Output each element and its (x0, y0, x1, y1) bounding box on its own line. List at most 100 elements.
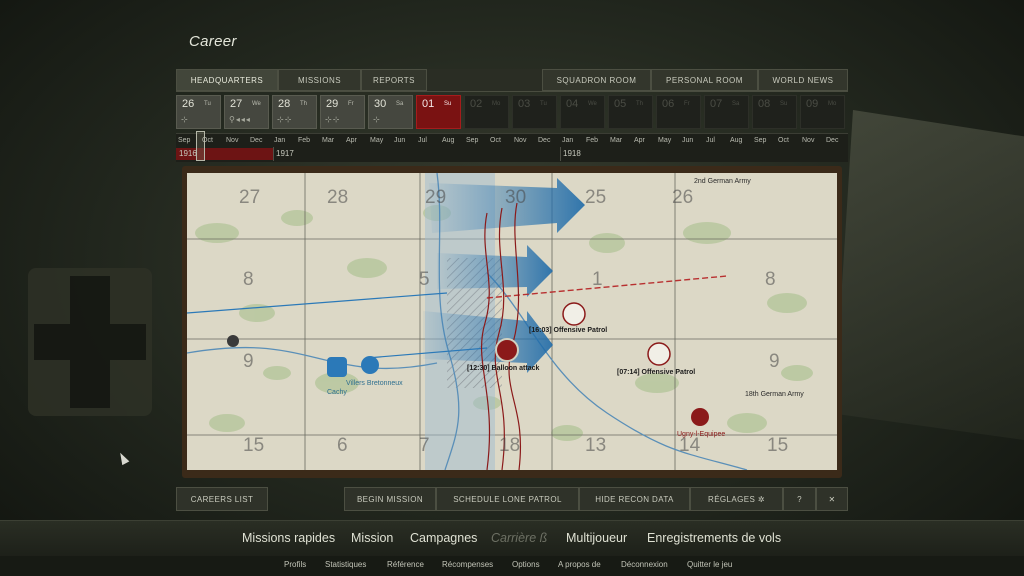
submenu-profiles[interactable]: Profils (284, 560, 306, 569)
month-label: Dec (826, 137, 839, 144)
month-label: Oct (490, 137, 501, 144)
month-label: Sep (754, 137, 767, 144)
grid-number: 1 (592, 269, 603, 290)
grid-number: 13 (585, 435, 607, 456)
schedule-lone-patrol-button[interactable]: SCHEDULE LONE PATROL (436, 487, 579, 511)
month-label: May (370, 137, 384, 144)
month-label: Feb (586, 137, 599, 144)
day-cell[interactable]: 06 Fr (656, 95, 701, 129)
allied-airfield-icon (361, 356, 379, 374)
day-cell[interactable]: 27 We ⚲◂◂◂ (224, 95, 269, 129)
day-cell[interactable]: 05 Th (608, 95, 653, 129)
menu-campaigns[interactable]: Campagnes (410, 531, 477, 545)
weather-icon: ⊹ (181, 115, 189, 124)
day-cell-selected[interactable]: 01 Su (416, 95, 461, 129)
submenu-options[interactable]: Options (512, 560, 540, 569)
month-label: Nov (514, 137, 527, 144)
grid-number: 28 (327, 187, 349, 208)
submenu-quit[interactable]: Quitter le jeu (687, 560, 732, 569)
day-cell[interactable]: 26 Tu ⊹ (176, 95, 221, 129)
grid-number: 15 (243, 435, 265, 456)
offensive-patrol-marker-icon (562, 302, 586, 326)
army-label: 2nd German Army (694, 178, 751, 185)
menu-mission[interactable]: Mission (351, 531, 393, 545)
grid-number: 30 (505, 187, 527, 208)
tab-world-news[interactable]: WORLD NEWS (758, 69, 848, 91)
mission-label[interactable]: [16:03] Offensive Patrol (529, 327, 607, 334)
year-label: 1916 (179, 149, 197, 158)
day-cell[interactable]: 07 Sa (704, 95, 749, 129)
month-label: Nov (802, 137, 815, 144)
menu-flight-records[interactable]: Enregistrements de vols (647, 531, 781, 545)
grid-number: 8 (243, 269, 254, 290)
day-selector: 26 Tu ⊹ 27 We ⚲◂◂◂ 28 Th ⊹⊹ 29 Fr ⊹⊹ 30 Sa ⊹ 01 Su … (176, 95, 848, 131)
month-label: Jan (562, 137, 574, 144)
month-label: Mar (322, 137, 335, 144)
grid-number: 5 (419, 269, 430, 290)
tab-missions[interactable]: MISSIONS (278, 69, 361, 91)
weather-icon: ⊹⊹ (325, 115, 341, 124)
month-label: Aug (442, 137, 455, 144)
tab-personal-room[interactable]: PERSONAL ROOM (651, 69, 758, 91)
month-label: Nov (226, 137, 239, 144)
grid-number: 9 (769, 351, 780, 372)
year-label: 1918 (563, 149, 581, 158)
submenu-logout[interactable]: Déconnexion (621, 560, 668, 569)
tab-reports[interactable]: REPORTS (361, 69, 427, 91)
offensive-patrol-marker-icon (647, 342, 671, 366)
iron-cross-decoration (28, 268, 152, 416)
grid-number: 29 (425, 187, 447, 208)
grid-number: 7 (419, 435, 430, 456)
close-button[interactable]: ✕ (816, 487, 848, 511)
grid-number: 14 (679, 435, 701, 456)
month-label: Feb (298, 137, 311, 144)
help-button[interactable]: ? (783, 487, 816, 511)
day-cell[interactable]: 30 Sa ⊹ (368, 95, 413, 129)
day-cell[interactable]: 29 Fr ⊹⊹ (320, 95, 365, 129)
tab-bar: HEADQUARTERS MISSIONS REPORTS SQUADRON R… (176, 69, 848, 92)
day-cell[interactable]: 03 Tu (512, 95, 557, 129)
balloon-target-icon (495, 338, 519, 362)
grid-number: 25 (585, 187, 607, 208)
sub-menu: Profils Statistiques Référence Récompens… (0, 556, 1024, 576)
month-label: Apr (634, 137, 645, 144)
tab-squadron-room[interactable]: SQUADRON ROOM (542, 69, 651, 91)
begin-mission-button[interactable]: BEGIN MISSION (344, 487, 436, 511)
day-cell[interactable]: 09 Mo (800, 95, 845, 129)
careers-list-button[interactable]: CAREERS LIST (176, 487, 268, 511)
campaign-map[interactable]: 27 28 29 30 25 26 8 5 1 8 9 9 15 6 7 18 13 14 15 2nd Germa… (187, 173, 837, 470)
campaign-timeline[interactable]: Sep Oct Nov Dec Jan Feb Mar Apr May Jun Jul Aug Sep O… (176, 131, 848, 162)
grid-number: 8 (765, 269, 776, 290)
submenu-statistics[interactable]: Statistiques (325, 560, 366, 569)
timeline-handle[interactable] (196, 131, 205, 161)
tab-headquarters[interactable]: HEADQUARTERS (176, 69, 278, 91)
month-label: Jul (706, 137, 715, 144)
month-label: Sep (178, 137, 191, 144)
airfield-label: Ugny-l-Equipee (677, 431, 726, 438)
settings-button[interactable]: RÉGLAGES ✲ (690, 487, 783, 511)
hide-recon-data-button[interactable]: HIDE RECON DATA (579, 487, 690, 511)
menu-quick-missions[interactable]: Missions rapides (242, 531, 335, 545)
weather-icon: ⚲◂◂◂ (229, 115, 251, 124)
map-graphics (187, 173, 837, 470)
month-label: Jun (394, 137, 406, 144)
grid-number: 15 (767, 435, 789, 456)
grid-number: 18 (499, 435, 521, 456)
submenu-about[interactable]: A propos de (558, 560, 601, 569)
weather-icon: ⊹⊹ (277, 115, 293, 124)
month-label: Jan (274, 137, 286, 144)
mission-label[interactable]: [07:14] Offensive Patrol (617, 369, 695, 376)
day-cell[interactable]: 04 We (560, 95, 605, 129)
bottom-action-bar: CAREERS LIST BEGIN MISSION SCHEDULE LONE… (176, 487, 848, 511)
biplane-wing-decoration (834, 110, 1024, 440)
submenu-awards[interactable]: Récompenses (442, 560, 493, 569)
menu-multiplayer[interactable]: Multijoueur (566, 531, 627, 545)
mission-label[interactable]: [12:30] Balloon attack (467, 365, 539, 372)
page-title: Career (189, 33, 237, 50)
day-cell[interactable]: 08 Su (752, 95, 797, 129)
day-cell[interactable]: 02 Mo (464, 95, 509, 129)
menu-career[interactable]: Carrière ß (491, 531, 547, 545)
submenu-reference[interactable]: Référence (387, 560, 424, 569)
gear-icon: ✲ (757, 495, 765, 504)
day-cell[interactable]: 28 Th ⊹⊹ (272, 95, 317, 129)
